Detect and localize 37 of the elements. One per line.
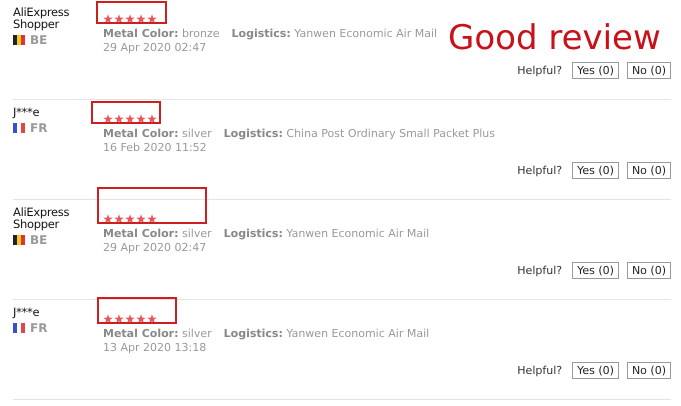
vote-button[interactable]: No (0) <box>626 62 671 79</box>
review-date: 13 Apr 2020 13:18 <box>103 341 208 354</box>
flag-icon <box>13 123 25 133</box>
review-attribute: Logistics: Yanwen Economic Air Mail <box>232 27 438 40</box>
helpful-label: Helpful? <box>517 264 562 277</box>
helpful-label: Helpful? <box>517 164 562 177</box>
country-code: BE <box>30 233 48 247</box>
country-code: FR <box>30 121 48 135</box>
review-date: 16 Feb 2020 11:52 <box>103 141 208 154</box>
reviewer-name: J***e <box>13 306 40 318</box>
helpful-label: Helpful? <box>517 64 562 77</box>
reviewer-name: AliExpress Shopper <box>13 206 70 230</box>
country-code: BE <box>30 33 48 47</box>
reviewer-name: J***e <box>13 106 40 118</box>
review-attribute: Metal Color: silver <box>103 127 212 140</box>
flag-icon <box>13 323 25 333</box>
flag-icon <box>13 35 25 45</box>
review-attribute: Logistics: China Post Ordinary Small Packet Plus <box>224 127 496 140</box>
review-attribute: Metal Color: silver <box>103 327 212 340</box>
annotation-text: Good review <box>448 18 661 58</box>
review-attribute: Logistics: Yanwen Economic Air Mail <box>224 327 430 340</box>
flag-icon <box>13 235 25 245</box>
review-attribute: Metal Color: silver <box>103 227 212 240</box>
vote-button[interactable]: No (0) <box>626 262 671 279</box>
vote-button[interactable]: Yes (0) <box>572 362 619 379</box>
vote-button[interactable]: No (0) <box>626 362 671 379</box>
review-attribute: Logistics: Yanwen Economic Air Mail <box>224 227 430 240</box>
vote-button[interactable]: Yes (0) <box>572 62 619 79</box>
country-code: FR <box>30 321 48 335</box>
review-date: 29 Apr 2020 02:47 <box>103 41 208 54</box>
review-date: 29 Apr 2020 02:47 <box>103 241 208 254</box>
helpful-label: Helpful? <box>517 364 562 377</box>
vote-button[interactable]: Yes (0) <box>572 262 619 279</box>
vote-button[interactable]: Yes (0) <box>572 162 619 179</box>
reviewer-name: AliExpress Shopper <box>13 6 70 30</box>
vote-button[interactable]: No (0) <box>626 162 671 179</box>
review-attribute: Metal Color: bronze <box>103 27 220 40</box>
